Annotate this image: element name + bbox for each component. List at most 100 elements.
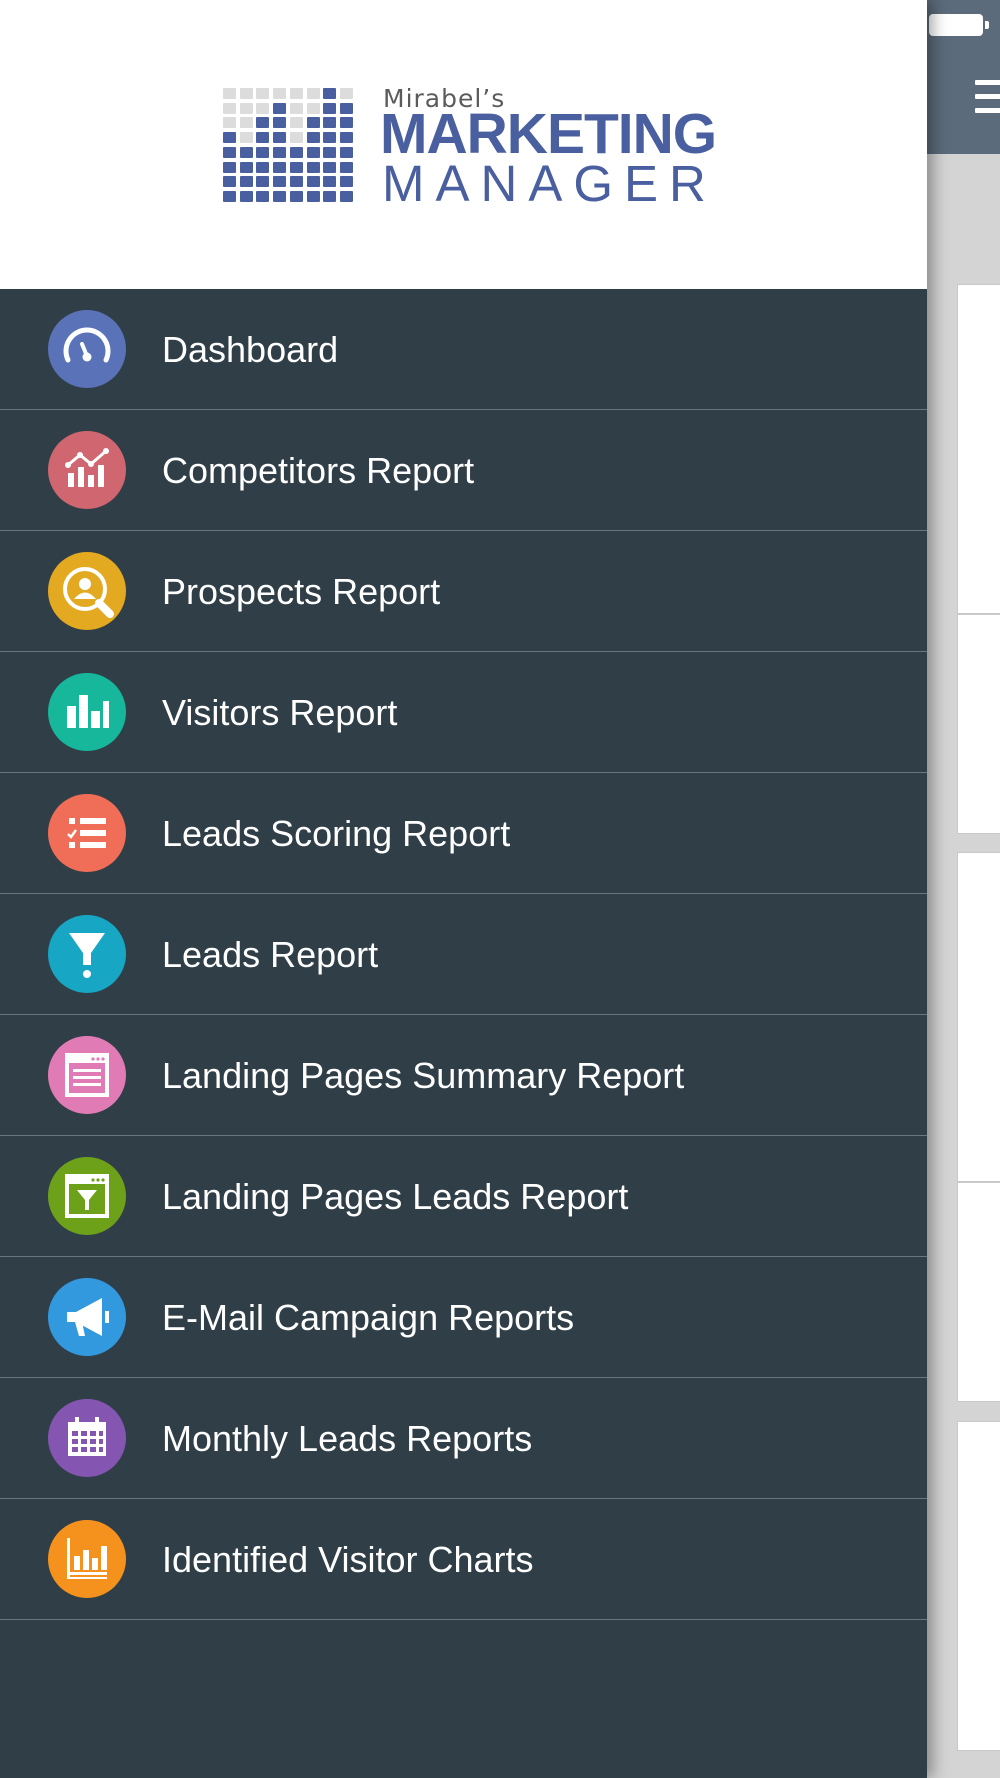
logo-grid-cell [289,102,303,114]
logo-grid-cell [339,176,353,188]
menu-item-prospects-report[interactable]: Prospects Report [0,531,927,652]
content-card-2 [957,614,1000,834]
browser-list-icon [48,1036,126,1114]
brand-header: Mirabel’s MARKETING MANAGER [0,0,927,289]
logo-grid-cell [339,88,353,99]
logo-grid-cell [323,190,337,202]
logo-grid-cell [239,176,253,188]
logo-grid-cell [339,146,353,158]
menu-item-leads-scoring-report[interactable]: Leads Scoring Report [0,773,927,894]
calendar-icon [48,1399,126,1477]
report-menu: Dashboard Competitors Report Prospects R… [0,289,927,1620]
logo-grid-cell [289,161,303,173]
logo-grid-cell [256,190,270,202]
logo-grid-cell [223,176,236,188]
checklist-icon [48,794,126,872]
logo-grid-cell [323,176,337,188]
menu-item-label: Identified Visitor Charts [162,1539,534,1580]
logo-grid-cell [323,132,337,144]
logo-grid-cell [339,102,353,114]
logo-grid-cell [273,132,287,144]
battery-tip [985,21,989,29]
menu-item-monthly-leads-reports[interactable]: Monthly Leads Reports [0,1378,927,1499]
logo-grid-cell [239,102,253,114]
logo-bars-icon [223,88,357,204]
logo-grid-cell [323,117,337,129]
hamburger-menu-icon[interactable] [975,80,1000,116]
logo-grid-cell [306,117,320,129]
logo-grid-cell [323,161,337,173]
menu-item-identified-visitor-charts[interactable]: Identified Visitor Charts [0,1499,927,1620]
logo-grid-cell [223,190,236,202]
logo-grid-cell [289,117,303,129]
menu-item-label: Landing Pages Leads Report [162,1176,629,1217]
logo-grid-cell [273,176,287,188]
menu-item-label: Dashboard [162,329,339,370]
logo-grid-cell [273,117,287,129]
logo-grid-cell [239,190,253,202]
logo-grid-cell [306,161,320,173]
logo-grid-cell [273,146,287,158]
menu-item-label: Visitors Report [162,692,398,733]
logo-grid-cell [323,146,337,158]
menu-item-dashboard[interactable]: Dashboard [0,289,927,410]
menu-item-label: Leads Report [162,934,379,975]
menu-item-label: Landing Pages Summary Report [162,1055,685,1096]
logo-grid-cell [306,190,320,202]
menu-item-label: Leads Scoring Report [162,813,511,854]
logo-grid-cell [339,161,353,173]
content-card-3 [957,852,1000,1182]
logo-grid-cell [256,117,270,129]
logo-grid-cell [306,146,320,158]
logo-grid-cell [256,176,270,188]
logo-grid-cell [306,132,320,144]
bar-chart-icon [48,673,126,751]
logo-grid-cell [289,132,303,144]
logo-grid-cell [223,102,236,114]
logo-title-manager: MANAGER [382,155,717,212]
logo-grid-cell [306,176,320,188]
logo-grid-cell [256,102,270,114]
logo-grid-cell [323,102,337,114]
logo-grid-cell [339,190,353,202]
main-header-bar [927,0,1000,154]
logo-grid-cell [323,88,337,99]
chart-trend-icon [48,431,126,509]
logo-grid-cell [223,146,236,158]
main-page-peek [927,0,1000,1778]
megaphone-icon [48,1278,126,1356]
logo-grid-cell [289,190,303,202]
menu-item-leads-report[interactable]: Leads Report [0,894,927,1015]
person-search-icon [48,552,126,630]
menu-item-landing-pages-summary-report[interactable]: Landing Pages Summary Report [0,1015,927,1136]
content-card-4 [957,1182,1000,1402]
logo-grid-cell [239,146,253,158]
menu-item-label: Competitors Report [162,450,475,491]
logo-grid-cell [289,146,303,158]
logo-grid-cell [273,88,287,99]
logo-grid-cell [223,117,236,129]
logo-grid-cell [273,102,287,114]
logo-grid-cell [239,161,253,173]
logo-grid-cell [306,88,320,99]
navigation-drawer: Mirabel’s MARKETING MANAGER Dashboard Co… [0,0,927,1778]
logo-grid-cell [339,132,353,144]
menu-item-label: Prospects Report [162,571,441,612]
speedometer-icon [48,310,126,388]
menu-item-landing-pages-leads-report[interactable]: Landing Pages Leads Report [0,1136,927,1257]
menu-item-visitors-report[interactable]: Visitors Report [0,652,927,773]
logo-grid-cell [256,161,270,173]
battery-icon [929,14,983,36]
menu-item-competitors-report[interactable]: Competitors Report [0,410,927,531]
funnel-icon [48,915,126,993]
logo-grid-cell [223,88,236,99]
menu-item-email-campaign-reports[interactable]: E-Mail Campaign Reports [0,1257,927,1378]
logo-grid-cell [223,161,236,173]
logo-grid-cell [256,146,270,158]
logo-grid-cell [239,132,253,144]
column-chart-icon [48,1520,126,1598]
logo-grid-cell [239,88,253,99]
logo-grid-cell [289,88,303,99]
logo-grid-cell [339,117,353,129]
logo-grid-cell [256,132,270,144]
